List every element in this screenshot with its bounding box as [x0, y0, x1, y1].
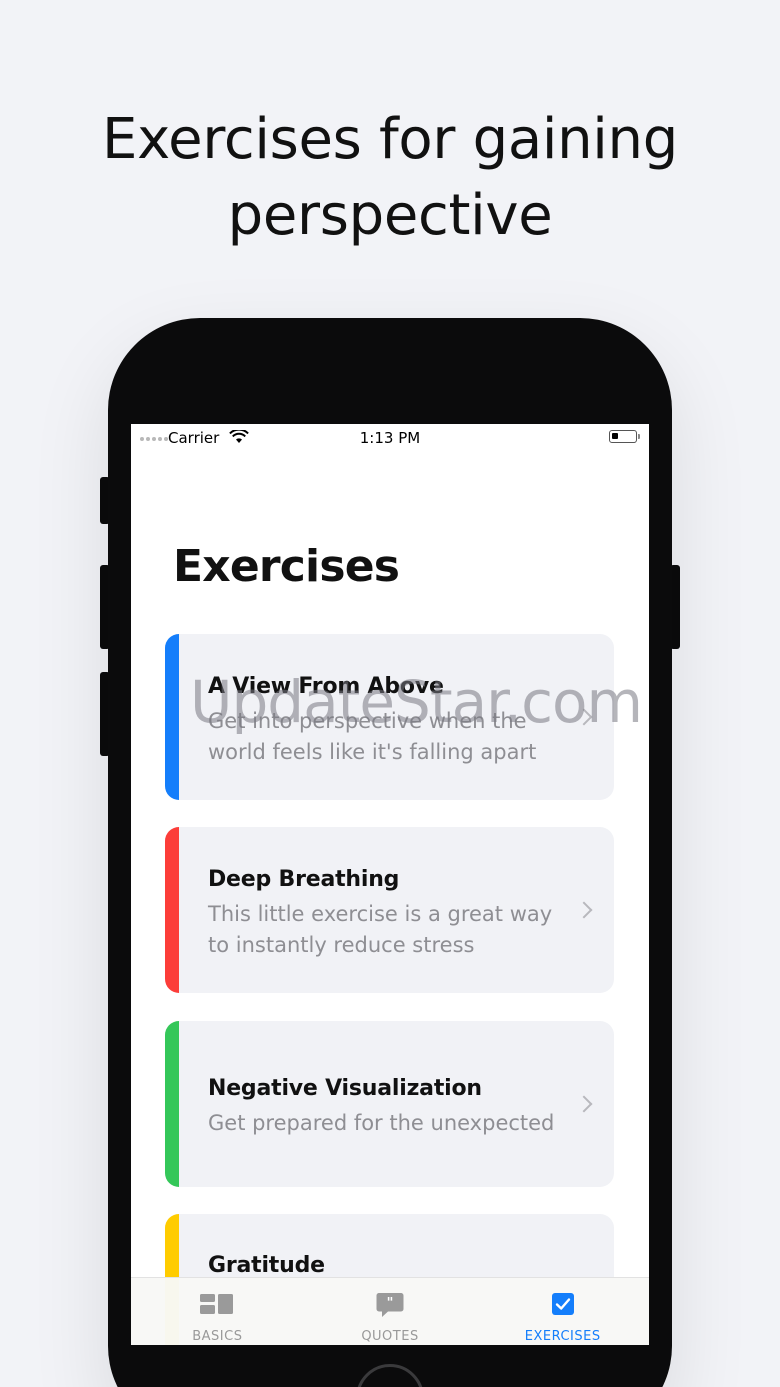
card-title: Gratitude	[208, 1253, 325, 1278]
tab-quotes[interactable]: " QUOTES	[304, 1278, 477, 1345]
headline-line-1: Exercises for gaining	[101, 107, 678, 172]
tab-basics[interactable]: BASICS	[131, 1278, 304, 1345]
checkbox-icon	[551, 1293, 574, 1315]
svg-text:": "	[387, 1296, 394, 1311]
phone-screen: Carrier 1:13 PM Exercises A View From Ab…	[131, 424, 649, 1345]
chevron-right-icon	[575, 1095, 593, 1113]
battery-icon	[609, 430, 640, 443]
headline-line-2: perspective	[227, 183, 553, 248]
headline: Exercises for gaining perspective	[0, 102, 780, 254]
tab-bar: BASICS " QUOTES EXERCISES	[131, 1277, 649, 1345]
card-title: A View From Above	[208, 674, 444, 699]
basics-icon	[200, 1294, 234, 1314]
status-time: 1:13 PM	[359, 429, 421, 447]
exercise-card-view-from-above[interactable]: A View From Above Get into perspective w…	[165, 634, 614, 800]
chevron-right-icon	[575, 901, 593, 919]
card-accent-bar	[165, 634, 179, 800]
page-title: Exercises	[173, 541, 400, 592]
card-description: Get into perspective when the world feels…	[208, 709, 537, 764]
card-description: Get prepared for the unexpected	[208, 1111, 555, 1135]
card-accent-bar	[165, 827, 179, 993]
chevron-right-icon	[575, 708, 593, 726]
tab-label: QUOTES	[361, 1329, 419, 1344]
status-bar: Carrier 1:13 PM	[131, 424, 649, 452]
quotes-icon: "	[376, 1293, 404, 1317]
tab-exercises[interactable]: EXERCISES	[476, 1278, 649, 1345]
tab-label: BASICS	[192, 1329, 243, 1344]
card-description: This little exercise is a great way to in…	[208, 902, 553, 957]
card-title: Negative Visualization	[208, 1076, 482, 1101]
card-accent-bar	[165, 1021, 179, 1187]
exercise-card-deep-breathing[interactable]: Deep Breathing This little exercise is a…	[165, 827, 614, 993]
card-title: Deep Breathing	[208, 867, 400, 892]
tab-label: EXERCISES	[524, 1329, 601, 1344]
exercise-card-negative-visualization[interactable]: Negative Visualization Get prepared for …	[165, 1021, 614, 1187]
